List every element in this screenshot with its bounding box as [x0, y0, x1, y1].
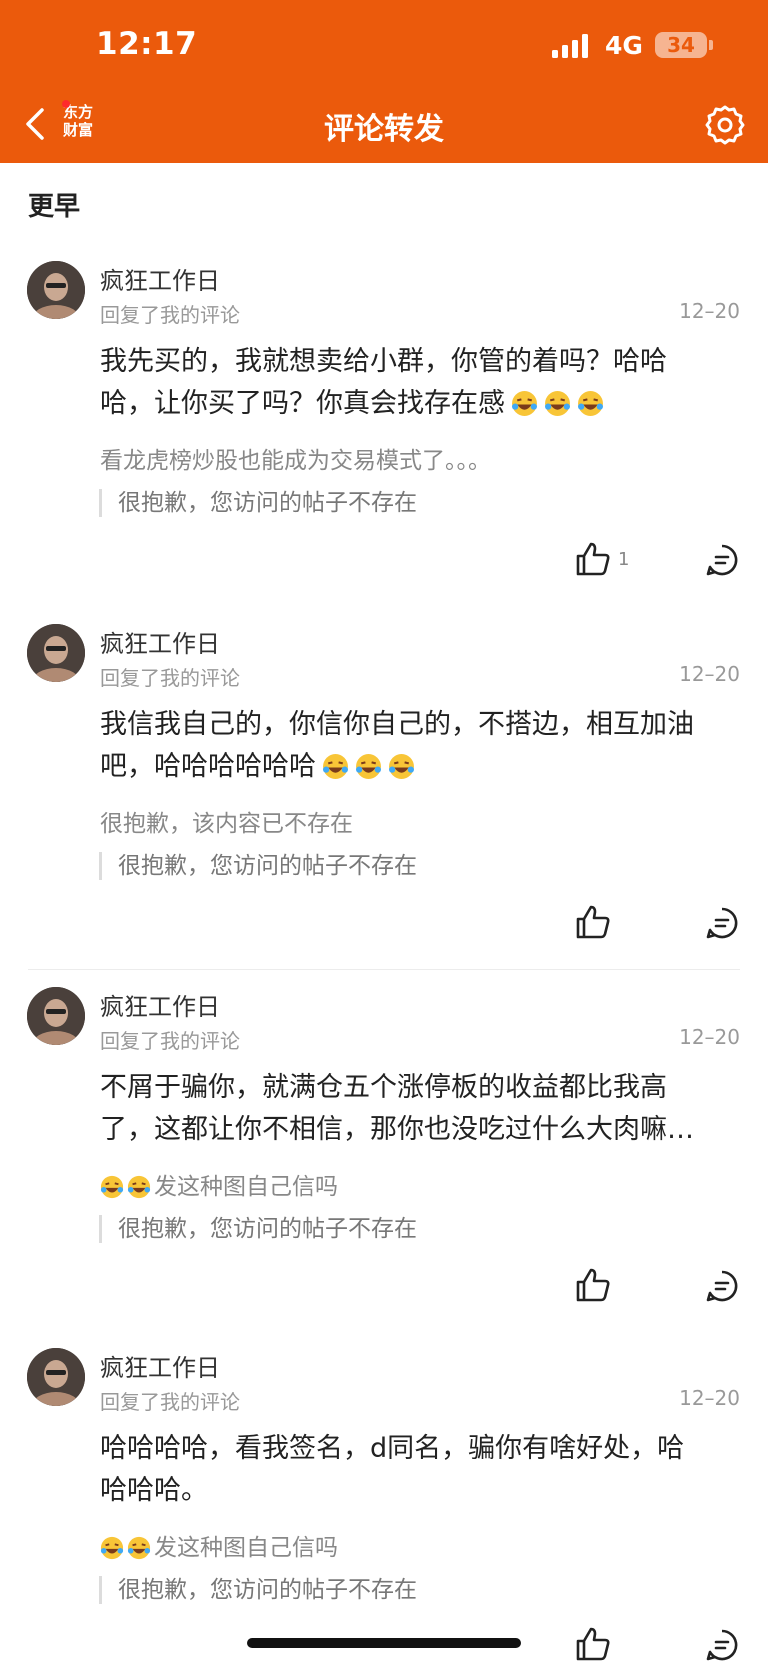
app-header: 12:17 4G 34 东方 财富 评论转发: [0, 0, 768, 163]
comment-date: 12–20: [679, 299, 740, 323]
divider: [28, 969, 740, 970]
user-name[interactable]: 疯狂工作日: [100, 261, 220, 296]
reply-label: 回复了我的评论: [100, 1029, 240, 1053]
comment-text-line1: 我先买的，我就想卖给小群，你管的着吗？哈哈: [100, 346, 667, 377]
original-comment[interactable]: 发这种图自己信吗: [100, 1167, 338, 1201]
quoted-post[interactable]: 很抱歉，您访问的帖子不存在: [99, 1215, 417, 1243]
user-name[interactable]: 疯狂工作日: [100, 987, 220, 1022]
laugh-cry-emoji-icon: [356, 754, 381, 779]
comment-text[interactable]: 我先买的，我就想卖给小群，你管的着吗？哈哈 哈，让你买了吗？你真会找存在感: [100, 341, 712, 425]
comment-text-line2: 吧，哈哈哈哈哈哈: [100, 751, 316, 782]
comment-text-line1: 我信我自己的，你信你自己的，不搭边，相互加油: [100, 709, 694, 740]
user-name[interactable]: 疯狂工作日: [100, 624, 220, 659]
avatar[interactable]: [27, 624, 85, 682]
avatar[interactable]: [27, 1348, 85, 1406]
laugh-cry-emoji-icon: [100, 1175, 124, 1199]
comment-text-line2: 哈哈哈。: [100, 1475, 208, 1506]
thumbs-up-icon[interactable]: [575, 541, 611, 577]
comment-icon[interactable]: [706, 907, 738, 939]
comment-icon[interactable]: [706, 1270, 738, 1302]
laugh-cry-emoji-icon: [127, 1536, 151, 1560]
home-indicator[interactable]: [247, 1638, 521, 1648]
avatar[interactable]: [27, 261, 85, 319]
quoted-post[interactable]: 很抱歉，您访问的帖子不存在: [99, 1576, 417, 1604]
quoted-post[interactable]: 很抱歉，您访问的帖子不存在: [99, 852, 417, 880]
comment-text-line1: 不屑于骗你，就满仓五个涨停板的收益都比我高: [100, 1072, 667, 1103]
original-comment-text: 发这种图自己信吗: [154, 1535, 338, 1561]
laugh-cry-emoji-icon: [578, 391, 603, 416]
thumbs-up-icon[interactable]: [575, 904, 611, 940]
network-label: 4G: [605, 31, 643, 60]
like-count: 1: [618, 549, 630, 570]
laugh-cry-emoji-icon: [545, 391, 570, 416]
comment-text[interactable]: 我信我自己的，你信你自己的，不搭边，相互加油 吧，哈哈哈哈哈哈: [100, 704, 712, 788]
comment-text-line2: 了，这都让你不相信，那你也没吃过什么大肉嘛…: [100, 1114, 694, 1145]
comment-text-line1: 哈哈哈哈，看我签名，d同名，骗你有啥好处，哈: [100, 1433, 685, 1464]
comment-icon[interactable]: [706, 1629, 738, 1661]
status-time: 12:17: [96, 26, 198, 62]
quoted-post[interactable]: 很抱歉，您访问的帖子不存在: [99, 489, 417, 517]
comment-date: 12–20: [679, 662, 740, 686]
reply-label: 回复了我的评论: [100, 303, 240, 327]
original-comment[interactable]: 很抱歉，该内容已不存在: [100, 804, 353, 838]
comment-text-line2: 哈，让你买了吗？你真会找存在感: [100, 388, 505, 419]
laugh-cry-emoji-icon: [389, 754, 414, 779]
reply-label: 回复了我的评论: [100, 666, 240, 690]
laugh-cry-emoji-icon: [100, 1536, 124, 1560]
laugh-cry-emoji-icon: [127, 1175, 151, 1199]
user-name[interactable]: 疯狂工作日: [100, 1348, 220, 1383]
section-title: 更早: [28, 192, 81, 222]
page-title: 评论转发: [324, 112, 444, 147]
reply-label: 回复了我的评论: [100, 1390, 240, 1414]
thumbs-up-icon[interactable]: [575, 1267, 611, 1303]
signal-icon: [552, 34, 588, 58]
laugh-cry-emoji-icon: [323, 754, 348, 779]
original-comment[interactable]: 发这种图自己信吗: [100, 1528, 338, 1562]
comment-date: 12–20: [679, 1025, 740, 1049]
comment-date: 12–20: [679, 1386, 740, 1410]
thumbs-up-icon[interactable]: [575, 1626, 611, 1662]
laugh-cry-emoji-icon: [512, 391, 537, 416]
battery-indicator: 34: [655, 32, 707, 58]
battery-cap: [709, 40, 713, 50]
gear-icon[interactable]: [704, 104, 746, 146]
avatar[interactable]: [27, 987, 85, 1045]
original-comment[interactable]: 看龙虎榜炒股也能成为交易模式了。。。: [100, 441, 491, 475]
comment-text[interactable]: 哈哈哈哈，看我签名，d同名，骗你有啥好处，哈 哈哈哈。: [100, 1428, 712, 1512]
original-comment-text: 发这种图自己信吗: [154, 1174, 338, 1200]
comment-icon[interactable]: [706, 544, 738, 576]
comment-text[interactable]: 不屑于骗你，就满仓五个涨停板的收益都比我高 了，这都让你不相信，那你也没吃过什么…: [100, 1067, 712, 1151]
